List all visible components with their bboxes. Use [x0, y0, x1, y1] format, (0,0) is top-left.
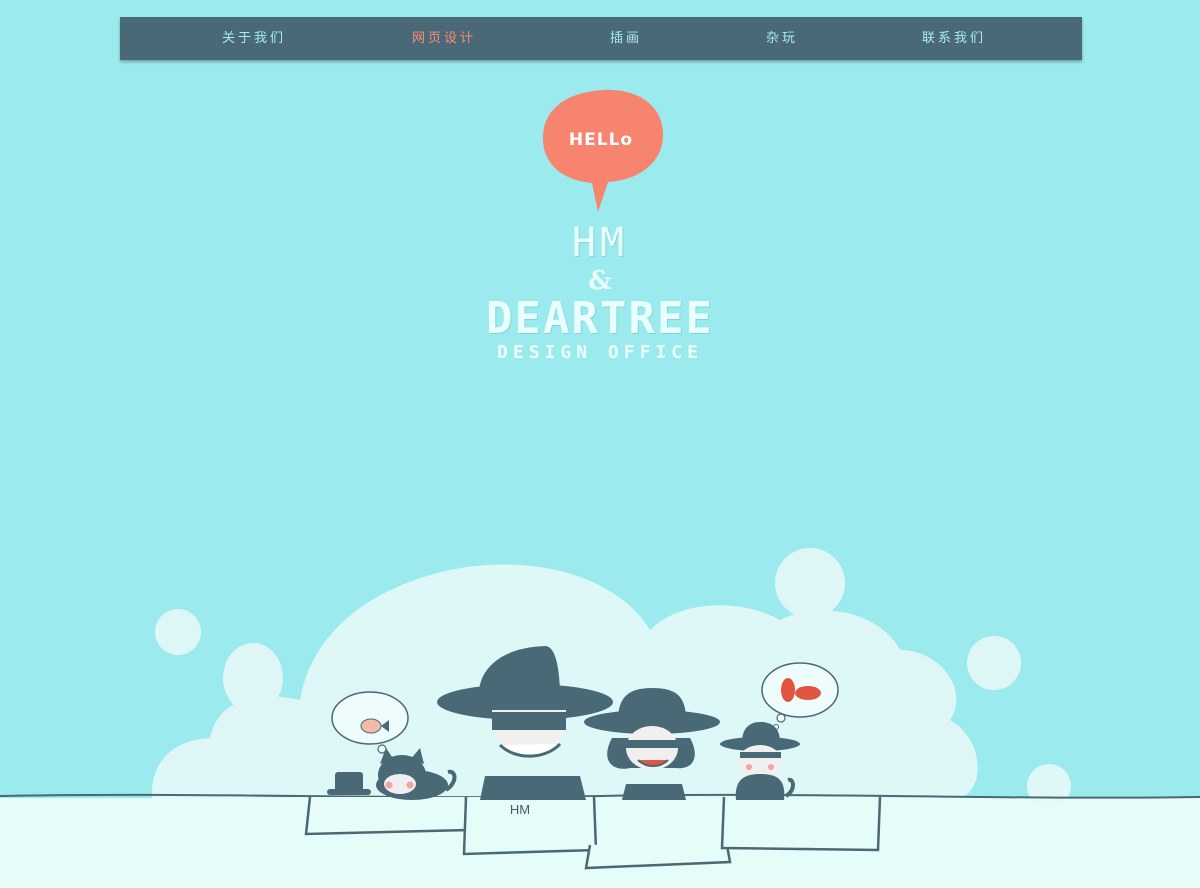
nav-item-illustration[interactable]: 插画 — [610, 17, 642, 60]
site-logo[interactable]: HM & DEARTREE DESIGN OFFICE — [480, 220, 720, 364]
logo-line-hm: HM — [571, 220, 629, 266]
boxes-illustration — [304, 796, 882, 870]
logo-line-ampersand: & — [588, 266, 612, 296]
nav-item-web-design[interactable]: 网页设计 — [412, 17, 476, 60]
speech-bubble-icon — [542, 89, 664, 212]
logo-line-design-office: DESIGN OFFICE — [497, 342, 703, 363]
hello-text: HELLo — [568, 130, 634, 150]
cloud-illustration — [151, 548, 1071, 808]
nav-item-misc[interactable]: 杂玩 — [766, 17, 798, 60]
nav-item-about-us[interactable]: 关于我们 — [222, 17, 286, 60]
nav-item-contact-us[interactable]: 联系我们 — [922, 17, 986, 60]
box-label: HM — [509, 802, 531, 817]
logo-line-deartree: DEARTREE — [486, 293, 714, 344]
main-nav: 关于我们 网页设计 插画 杂玩 联系我们 — [120, 17, 1082, 60]
hero-illustration — [0, 548, 1200, 870]
